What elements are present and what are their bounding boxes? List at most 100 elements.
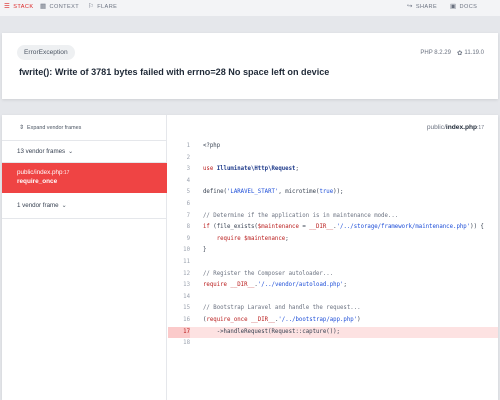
code-token: ) (357, 316, 361, 323)
code-token: 'LARAVEL_START' (226, 189, 279, 196)
version-meta: PHP 8.2.29 ✿ 11.19.0 (420, 49, 484, 57)
top-nav: ☰ STACK ▦ CONTEXT ⚐ FLARE ↪ SHARE ▣ DOCS (0, 0, 500, 17)
nav-flare-label: FLARE (97, 4, 118, 11)
code-file-line: :17 (477, 125, 484, 131)
code-line-number[interactable]: 3 (168, 164, 190, 176)
vendor-frames-toggle-top[interactable]: 13 vendor frames ⌄ (2, 141, 167, 163)
expand-vendor-frames-button[interactable]: ⇕ Expand vendor frames (2, 115, 167, 141)
stack-icon: ☰ (4, 3, 11, 10)
nav-flare[interactable]: ⚐ FLARE (88, 3, 118, 11)
code-line-text: (require_once __DIR__.'/../bootstrap/app… (190, 315, 361, 327)
code-line-text: } (190, 245, 206, 257)
code-line-number[interactable]: 1 (168, 141, 190, 153)
nav-share-label: SHARE (415, 4, 438, 11)
code-line-text: if (file_exists($maintenance = __DIR__.'… (190, 222, 484, 234)
code-line-number[interactable]: 8 (168, 222, 190, 234)
frames-list: ⇕ Expand vendor frames 13 vendor frames … (2, 115, 167, 400)
error-message: fwrite(): Write of 3781 bytes failed wit… (19, 67, 330, 77)
code-token: } (203, 247, 207, 254)
code-token: use (203, 166, 217, 173)
code-line-text: require $maintenance; (190, 234, 289, 246)
code-token: $maintenance (244, 235, 286, 242)
code-line: 12 // Register the Composer autoloader... (168, 269, 498, 281)
code-line-number[interactable]: 9 (168, 234, 190, 246)
code-line-text: <?php (190, 141, 220, 153)
active-frame[interactable]: public/index.php:17 require_once (2, 163, 167, 193)
code-token: = (298, 224, 310, 231)
code-line-number[interactable]: 4 (168, 176, 190, 188)
code-token: true (319, 189, 334, 196)
code-line-number[interactable]: 7 (168, 211, 190, 223)
chevron-down-icon: ⌄ (61, 203, 67, 209)
code-token: require_once (206, 316, 251, 323)
code-line: 17 ->handleRequest(Request::capture()); (168, 326, 498, 339)
code-line: 18 (168, 338, 498, 350)
code-line: 16 (require_once __DIR__.'/../bootstrap/a… (168, 315, 498, 327)
code-line-number[interactable]: 14 (168, 292, 190, 304)
active-frame-line: :17 (62, 170, 70, 176)
code-token: , microtime( (278, 189, 320, 196)
code-token: require (203, 282, 231, 289)
code-line-number[interactable]: 18 (168, 338, 190, 350)
code-line-number[interactable]: 16 (168, 315, 190, 327)
code-token: // Bootstrap Laravel and handle the requ… (203, 305, 361, 312)
code-token: define( (203, 189, 227, 196)
vendor-frames-top-label: 13 vendor frames (17, 148, 66, 155)
nav-stack[interactable]: ☰ STACK (4, 3, 34, 11)
chevron-down-icon: ⌄ (68, 149, 74, 155)
code-line-number[interactable]: 6 (168, 199, 190, 211)
nav-context-label: CONTEXT (49, 4, 80, 11)
code-token: if (203, 224, 214, 231)
code-file-dir: public/ (426, 124, 446, 131)
code-line-number[interactable]: 5 (168, 187, 190, 199)
code-line-number[interactable]: 10 (168, 245, 190, 257)
code-token: <?php (203, 143, 221, 149)
nav-docs[interactable]: ▣ DOCS (450, 3, 478, 11)
error-header: ErrorException PHP 8.2.29 ✿ 11.19.0 fwri… (2, 33, 498, 99)
active-frame-file: public/index.php (17, 169, 63, 176)
code-line-text: // Bootstrap Laravel and handle the requ… (190, 303, 361, 315)
code-line-number[interactable]: 2 (168, 153, 190, 165)
context-icon: ▦ (40, 3, 47, 10)
code-token: Illuminate\Http\Request (216, 166, 296, 173)
code-line-number[interactable]: 12 (168, 269, 190, 281)
flare-icon: ⚐ (88, 3, 95, 10)
expand-vendor-label: Expand vendor frames (27, 124, 82, 131)
code-line-text: // Register the Composer autoloader... (190, 269, 333, 281)
expand-icon: ⇕ (19, 125, 25, 131)
code-line: 13 require __DIR__.'/../vendor/autoload.p… (168, 280, 498, 292)
code-line-number[interactable]: 11 (168, 257, 190, 269)
code-line-text: require __DIR__.'/../vendor/autoload.php… (190, 280, 347, 292)
share-icon: ↪ (407, 3, 413, 10)
code-viewer: public/index.php:17 1 <?php 2 3 use Illumina… (168, 115, 498, 400)
active-frame-path: public/index.php:17 (17, 169, 152, 177)
nav-stack-label: STACK (13, 4, 34, 11)
code-line: 14 (168, 292, 498, 304)
code-line: 8 if (file_exists($maintenance = __DIR__.… (168, 222, 498, 234)
code-file-path[interactable]: public/index.php:17 (427, 124, 484, 131)
php-version: PHP 8.2.29 (420, 50, 451, 56)
code-line-number[interactable]: 17 (168, 326, 190, 339)
active-frame-method: require_once (17, 178, 58, 185)
nav-share[interactable]: ↪ SHARE (407, 3, 438, 11)
code-line: 15 // Bootstrap Laravel and handle the re… (168, 303, 498, 315)
exception-class-badge[interactable]: ErrorException (17, 45, 75, 60)
code-token: ->handleRequest(Request::capture()); (203, 328, 340, 335)
nav-context[interactable]: ▦ CONTEXT (40, 3, 80, 11)
code-token: '/../bootstrap/app.php' (278, 316, 358, 323)
code-line-text: use Illuminate\Http\Request; (190, 164, 299, 176)
code-token: __DIR__ (309, 224, 334, 231)
code-token: require (216, 235, 245, 242)
code-token: )); (333, 189, 344, 196)
code-line-number[interactable]: 13 (168, 280, 190, 292)
nav-docs-label: DOCS (459, 4, 478, 11)
code-token: ; (295, 166, 299, 173)
code-token: ; (285, 235, 289, 242)
code-line: 10} (168, 245, 498, 257)
code-line-number[interactable]: 15 (168, 303, 190, 315)
code-token: ; (343, 282, 347, 289)
vendor-frames-toggle-bottom[interactable]: 1 vendor frame ⌄ (2, 193, 167, 219)
code-line: 3 use Illuminate\Http\Request; (168, 164, 498, 176)
